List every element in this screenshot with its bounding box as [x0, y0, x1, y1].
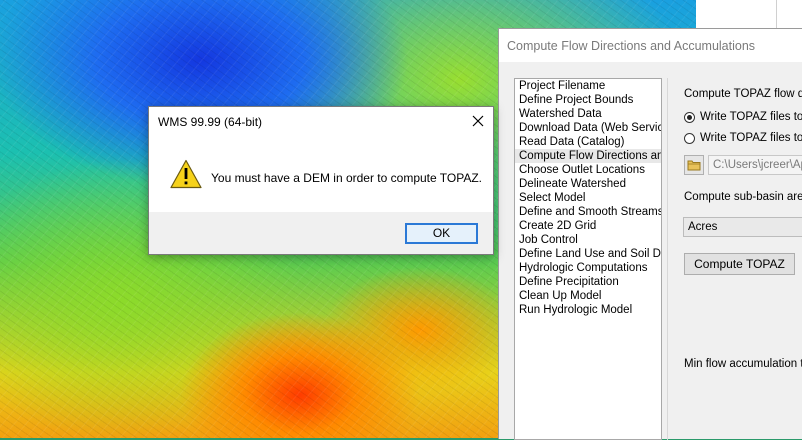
- radio-write-topaz-1[interactable]: [684, 112, 695, 123]
- message-title: WMS 99.99 (64-bit): [158, 115, 263, 129]
- step-item[interactable]: Job Control: [515, 233, 661, 247]
- step-item[interactable]: Define Precipitation: [515, 275, 661, 289]
- browse-folder-button[interactable]: [684, 155, 704, 175]
- warning-icon: [170, 159, 202, 189]
- strip-divider: [776, 0, 777, 28]
- dialog-titlebar: Compute Flow Directions and Accumulation…: [499, 29, 802, 62]
- radio-write-topaz-2[interactable]: [684, 133, 695, 144]
- radio-label-2: Write TOPAZ files to a: [700, 132, 802, 144]
- dialog-title: Compute Flow Directions and Accumulation…: [507, 38, 756, 53]
- subbasin-label: Compute sub-basin areas: [684, 191, 802, 203]
- step-item[interactable]: Project Filename: [515, 79, 661, 93]
- step-item[interactable]: Choose Outlet Locations: [515, 163, 661, 177]
- steps-list[interactable]: Project Filename Define Project Bounds Wat…: [514, 78, 662, 440]
- radio-label-1: Write TOPAZ files to a: [700, 111, 802, 123]
- step-item[interactable]: Select Model: [515, 191, 661, 205]
- compute-flow-dialog: Compute Flow Directions and Accumulation…: [498, 28, 802, 440]
- background-window-strip: [696, 0, 802, 28]
- min-flow-label: Min flow accumulation thr: [684, 358, 802, 370]
- topaz-path-field[interactable]: C:\Users\jcreer\Ap: [708, 155, 802, 175]
- step-item[interactable]: Clean Up Model: [515, 289, 661, 303]
- options-panel: Compute TOPAZ flow dat Write TOPAZ files…: [667, 78, 802, 440]
- message-text: You must have a DEM in order to compute …: [211, 171, 483, 185]
- step-item[interactable]: Download Data (Web Service: [515, 121, 661, 135]
- folder-icon: [687, 160, 701, 171]
- message-titlebar: WMS 99.99 (64-bit): [149, 107, 493, 135]
- message-footer: OK: [149, 212, 493, 254]
- step-item[interactable]: Run Hydrologic Model: [515, 303, 661, 317]
- step-item[interactable]: Watershed Data: [515, 107, 661, 121]
- step-item[interactable]: Compute Flow Directions and: [515, 149, 661, 163]
- step-item[interactable]: Define Project Bounds: [515, 93, 661, 107]
- step-item[interactable]: Hydrologic Computations: [515, 261, 661, 275]
- step-item[interactable]: Delineate Watershed: [515, 177, 661, 191]
- step-item[interactable]: Read Data (Catalog): [515, 135, 661, 149]
- step-item[interactable]: Define and Smooth Streams: [515, 205, 661, 219]
- compute-topaz-button[interactable]: Compute TOPAZ: [684, 253, 795, 275]
- message-box: WMS 99.99 (64-bit) You must have a DEM i…: [148, 106, 494, 255]
- step-item[interactable]: Define Land Use and Soil Dat: [515, 247, 661, 261]
- step-item[interactable]: Create 2D Grid: [515, 219, 661, 233]
- close-button[interactable]: [463, 107, 493, 135]
- close-icon: [472, 115, 484, 127]
- ok-button[interactable]: OK: [405, 223, 478, 244]
- units-select[interactable]: Acres: [683, 217, 802, 237]
- topaz-heading: Compute TOPAZ flow dat: [684, 88, 802, 100]
